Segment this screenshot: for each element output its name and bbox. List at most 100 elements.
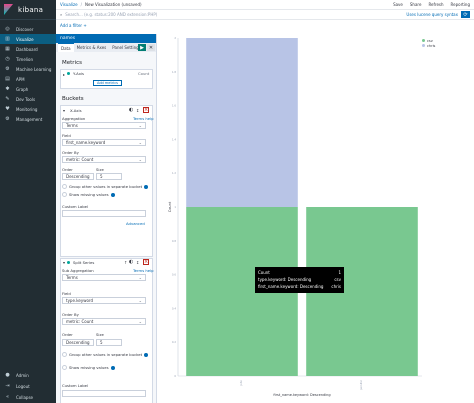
tab-data[interactable]: Data [58,43,74,52]
side-nav: kibana ◎ Discover ▥ Visualize ▦ Dashboard ◷ Tim… [0,0,56,403]
discard-changes-button[interactable]: ✕ [147,44,155,51]
group-other-switch [62,352,67,357]
nav-item-collapse[interactable]: « Collapse [0,392,56,403]
terms-help-link[interactable]: Terms help [133,116,154,121]
toggle-visibility-icon[interactable]: ◐ [129,107,133,113]
nav-item-label: Visualize [16,36,34,42]
sub-aggregation-select[interactable]: Terms ⌄ [62,274,146,281]
aggregation-label: Aggregation [62,116,86,121]
tab-metrics-axes[interactable]: Metrics & Axes [74,43,110,52]
legend-label: chris [427,43,436,48]
y-tick-label: 0.2 [172,340,176,344]
show-missing-toggle[interactable]: Show missing values [62,365,115,370]
nav-item-discover[interactable]: ◎ Discover [0,24,56,34]
chevron-down-icon: ⌄ [138,319,142,324]
tooltip-row: first_name.keyword: Descending chris [258,283,341,290]
x-tick-label: jennifer [359,379,363,391]
field-label: Field [62,133,71,138]
editor-tabs: Data Metrics & Axes Panel Settings ▶ ✕ [56,43,156,52]
reorder-icon[interactable]: ↕ [136,108,139,113]
machine-learning-icon: ⚙ [5,65,10,72]
bar-chris-john[interactable] [186,38,298,207]
lucene-syntax-link[interactable]: Uses lucene query syntax [406,12,458,17]
expand-icon[interactable]: ▸ [63,72,65,77]
breadcrumb-visualize[interactable]: Visualize [60,2,78,7]
legend-item[interactable]: chris [422,43,435,48]
terms-help-link[interactable]: Terms help [133,268,154,273]
nav-item-graph[interactable]: ✱ Graph [0,84,56,94]
field-select[interactable]: first_name.keyword ⌄ [62,139,146,146]
play-icon: ▶ [140,44,144,51]
apply-changes-button[interactable]: ▶ [138,44,146,51]
chevron-down-icon: ⌄ [138,275,142,280]
toggle-visibility-icon[interactable]: ◐ [129,259,133,265]
y-tick-label: 0.4 [172,306,176,310]
move-up-icon[interactable]: ↑ [124,260,127,265]
advanced-toggle[interactable]: Advanced [126,221,145,226]
size-input[interactable]: 5 [96,339,122,346]
y-tick-label: 0.6 [172,273,176,277]
tooltip-row: type.keyword: Descending csv [258,276,341,283]
add-metrics-button[interactable]: Add metrics [93,80,122,86]
custom-label-label: Custom Label [62,383,88,388]
add-filter-button[interactable]: Add a filter + [60,23,87,28]
query-refresh-button[interactable]: ⟳ [461,11,470,18]
order-by-select[interactable]: metric: Count ⌄ [62,318,146,325]
custom-label-input[interactable] [62,390,146,397]
nav-item-visualize[interactable]: ▥ Visualize [0,34,56,44]
save-button[interactable]: Save [393,2,403,7]
collapse-icon[interactable]: ▾ [63,108,65,113]
remove-bucket-button[interactable]: × [143,259,149,265]
nav-item-label: Discover [16,26,34,32]
search-input[interactable] [65,12,403,17]
group-other-toggle[interactable]: Group other values in separate bucket [62,352,149,357]
custom-label-input[interactable] [62,210,146,217]
metric-y-axis-label[interactable]: Y-Axis [73,71,84,76]
kibana-logo[interactable]: kibana [0,0,56,20]
x-tick-label: john [239,380,243,387]
chart-tooltip: Count 1 type.keyword: Descending csv first_n… [255,267,344,293]
show-missing-toggle[interactable]: Show missing values [62,192,115,197]
reporting-button[interactable]: Reporting [451,2,470,7]
nav-item-timelion[interactable]: ◷ Timelion [0,54,56,64]
gear-icon: ⚙ [5,115,10,122]
order-select[interactable]: Descending ⌄ [62,173,94,180]
nav-item-logout[interactable]: ⇥ Logout [0,381,56,392]
nav-item-label: Management [16,116,43,122]
tooltip-value: chris [331,284,341,289]
nav-item-monitoring[interactable]: ♥ Monitoring [0,104,56,114]
wrench-icon: ✎ [5,95,10,102]
chart-legend: csv chris [422,38,435,48]
order-label: Order [62,167,73,172]
order-by-label: Order By [62,150,79,155]
top-bar: Visualize / New Visualization (unsaved) … [56,0,474,10]
info-icon [144,352,149,357]
nav-item-label: Admin [16,373,29,378]
aggregation-select[interactable]: Terms ⌄ [62,122,146,129]
show-missing-switch [62,365,67,370]
remove-bucket-button[interactable]: × [143,107,149,113]
filter-bar: Add a filter + [56,20,474,30]
size-input[interactable]: 5 [96,173,122,180]
share-button[interactable]: Share [410,2,422,7]
refresh-button[interactable]: Refresh [428,2,443,7]
nav-item-admin[interactable]: ● Admin [0,370,56,381]
show-missing-label: Show missing values [69,365,109,370]
collapse-icon[interactable]: ▾ [63,260,65,265]
order-select[interactable]: Descending ⌄ [62,339,94,346]
reorder-icon[interactable]: ↕ [136,260,139,265]
y-tick-label: 1.6 [172,104,176,108]
order-by-select[interactable]: metric: Count ⌄ [62,156,146,163]
series-color-dot [67,261,70,264]
nav-item-dev-tools[interactable]: ✎ Dev Tools [0,94,56,104]
custom-label-label: Custom Label [62,204,88,209]
y-tick-label: 0.8 [172,239,176,243]
nav-item-apm[interactable]: ▤ APM [0,74,56,84]
search-icon: ⌕ [60,12,63,17]
field-select[interactable]: type.keyword ⌄ [62,297,146,304]
bar-chart-icon: ▥ [5,35,10,42]
nav-item-dashboard[interactable]: ▦ Dashboard [0,44,56,54]
nav-item-machine-learning[interactable]: ⚙ Machine Learning [0,64,56,74]
nav-item-management[interactable]: ⚙ Management [0,114,56,124]
group-other-toggle[interactable]: Group other values in separate bucket [62,184,149,189]
